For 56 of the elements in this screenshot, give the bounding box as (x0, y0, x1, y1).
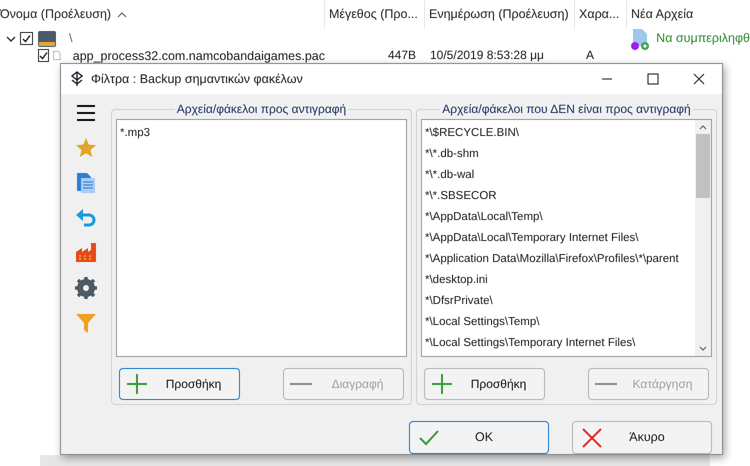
file-name: app_process32.com.namcobandaigames.pac (72, 48, 325, 62)
list-item[interactable]: *\$RECYCLE.BIN\ (425, 123, 695, 144)
close-icon (581, 426, 603, 448)
status-text: Να συμπεριληφθ (656, 30, 750, 48)
documents-icon (75, 172, 97, 194)
list-item[interactable]: *\Application Data\Mozilla\Firefox\Profiles\*\parent (425, 249, 695, 270)
chevron-icon[interactable] (6, 34, 16, 44)
list-item[interactable]: *\Local Settings\Temp\ (425, 312, 695, 333)
plus-icon (126, 373, 148, 395)
list-item[interactable]: *\*.db-shm (425, 144, 695, 165)
minus-icon (290, 383, 312, 385)
dialog-button[interactable]: Άκυρο (572, 421, 712, 454)
checkbox[interactable] (38, 49, 49, 62)
sort-caret-icon (117, 12, 128, 18)
column-header[interactable]: Χαρα... (579, 5, 620, 24)
list-item[interactable]: *\Local Settings\Temporary Internet Files\ (425, 333, 695, 354)
dialog-button[interactable]: OK (409, 421, 549, 454)
settings-icon (75, 277, 97, 299)
undo-icon (75, 207, 97, 229)
menu-icon (75, 102, 97, 124)
list-item[interactable]: *\*.db-wal (425, 165, 695, 186)
column-header[interactable]: Ενημέρωση (Προέλευση) (429, 5, 569, 24)
attributes: A (585, 48, 596, 62)
list-item[interactable]: *\desktop.ini (425, 270, 695, 291)
scrollbar[interactable] (695, 120, 711, 356)
file-icon (53, 48, 61, 63)
scroll-thumb[interactable] (696, 134, 710, 198)
group-title: Αρχεία/φάκελοι προς αντιγραφή (174, 102, 348, 116)
factory-icon (75, 242, 97, 264)
file-size: 447B (386, 48, 417, 62)
list-item[interactable]: *\DfsrPrivate\ (425, 291, 695, 312)
column-header[interactable]: Νέα Αρχεία (631, 5, 694, 24)
list-button[interactable]: Προσθήκη (424, 368, 545, 400)
modified-date: 10/5/2019 8:53:28 μμ (429, 48, 545, 62)
filter-icon (75, 312, 97, 334)
drive-icon (37, 30, 57, 48)
list-button[interactable]: Προσθήκη (119, 368, 240, 400)
group-title: Αρχεία/φάκελοι που ΔΕΝ είναι προς αντιγραφή (440, 102, 693, 116)
maximize-icon (647, 73, 659, 85)
scrollbar[interactable] (40, 455, 710, 466)
minus-icon (595, 383, 617, 385)
plus-icon (431, 373, 453, 395)
sidebar-button[interactable] (73, 275, 99, 301)
star-icon (75, 137, 97, 159)
column-header[interactable]: Μέγεθος (Προ... (329, 5, 418, 24)
file-name: \ (69, 30, 72, 48)
list-item[interactable]: *.mp3 (120, 123, 406, 144)
check-icon (418, 428, 440, 446)
list-item[interactable]: *\*.SBSECOR (425, 186, 695, 207)
window-title: Φίλτρα : Backup σημαντικών φακέλων (91, 70, 303, 88)
list-item[interactable]: *\AppData\Local\Temporary Internet Files\ (425, 228, 695, 249)
app-icon (71, 71, 83, 87)
list-item[interactable]: *\AppData\Local\Temp\ (425, 207, 695, 228)
new-file-icon (630, 28, 650, 50)
close-icon (693, 73, 705, 85)
checkbox[interactable] (20, 32, 33, 45)
